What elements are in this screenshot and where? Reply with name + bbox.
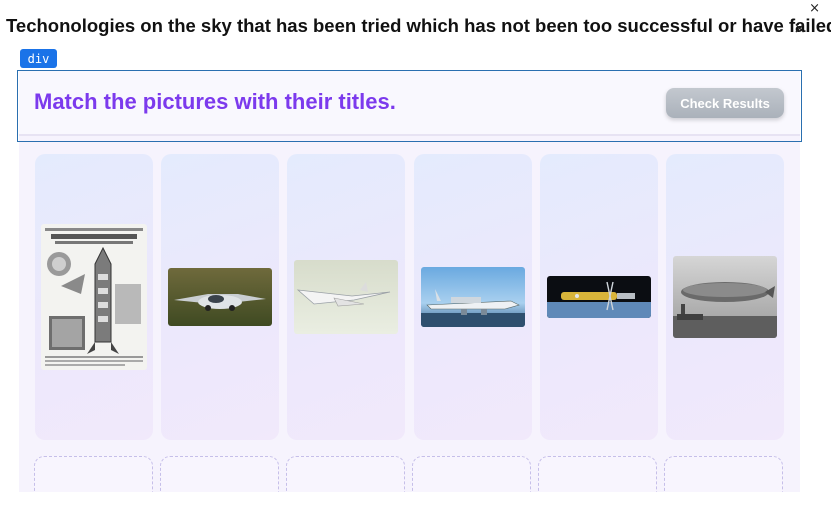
check-results-button[interactable]: Check Results bbox=[666, 88, 784, 118]
inspector-element-tag: div bbox=[20, 49, 57, 68]
title-drop-slot[interactable] bbox=[286, 456, 405, 492]
picture-card-supersonic-airliner[interactable] bbox=[287, 154, 405, 440]
title-drop-slot[interactable] bbox=[34, 456, 153, 492]
close-icon[interactable]: × bbox=[793, 21, 806, 36]
picture-card-nuclear-rocket[interactable] bbox=[540, 154, 658, 440]
supersonic-airliner-image bbox=[294, 260, 398, 334]
picture-card-radio-rocket[interactable] bbox=[35, 154, 153, 440]
flying-car-image bbox=[168, 268, 272, 326]
instruction-text: Match the pictures with their titles. bbox=[34, 89, 396, 114]
close-icon[interactable]: × bbox=[809, 2, 820, 15]
title-drop-slot[interactable] bbox=[412, 456, 531, 492]
nuclear-rocket-engine-image bbox=[547, 276, 651, 318]
zeppelin-image bbox=[673, 256, 777, 338]
radio-rocket-magazine-image bbox=[41, 224, 147, 370]
picture-card-zeppelin[interactable] bbox=[666, 154, 784, 440]
ekranoplan-image bbox=[421, 267, 525, 327]
activity-header: Match the pictures with their titles. Ch… bbox=[19, 70, 800, 136]
picture-card-flying-car[interactable] bbox=[161, 154, 279, 440]
matching-activity: Match the pictures with their titles. Ch… bbox=[19, 70, 800, 492]
title-drop-slot[interactable] bbox=[664, 456, 783, 492]
title-drop-slot[interactable] bbox=[160, 456, 279, 492]
picture-card-ekranoplan[interactable] bbox=[414, 154, 532, 440]
page-title: Techonologies on the sky that has been t… bbox=[6, 15, 831, 36]
title-drop-slot[interactable] bbox=[538, 456, 657, 492]
